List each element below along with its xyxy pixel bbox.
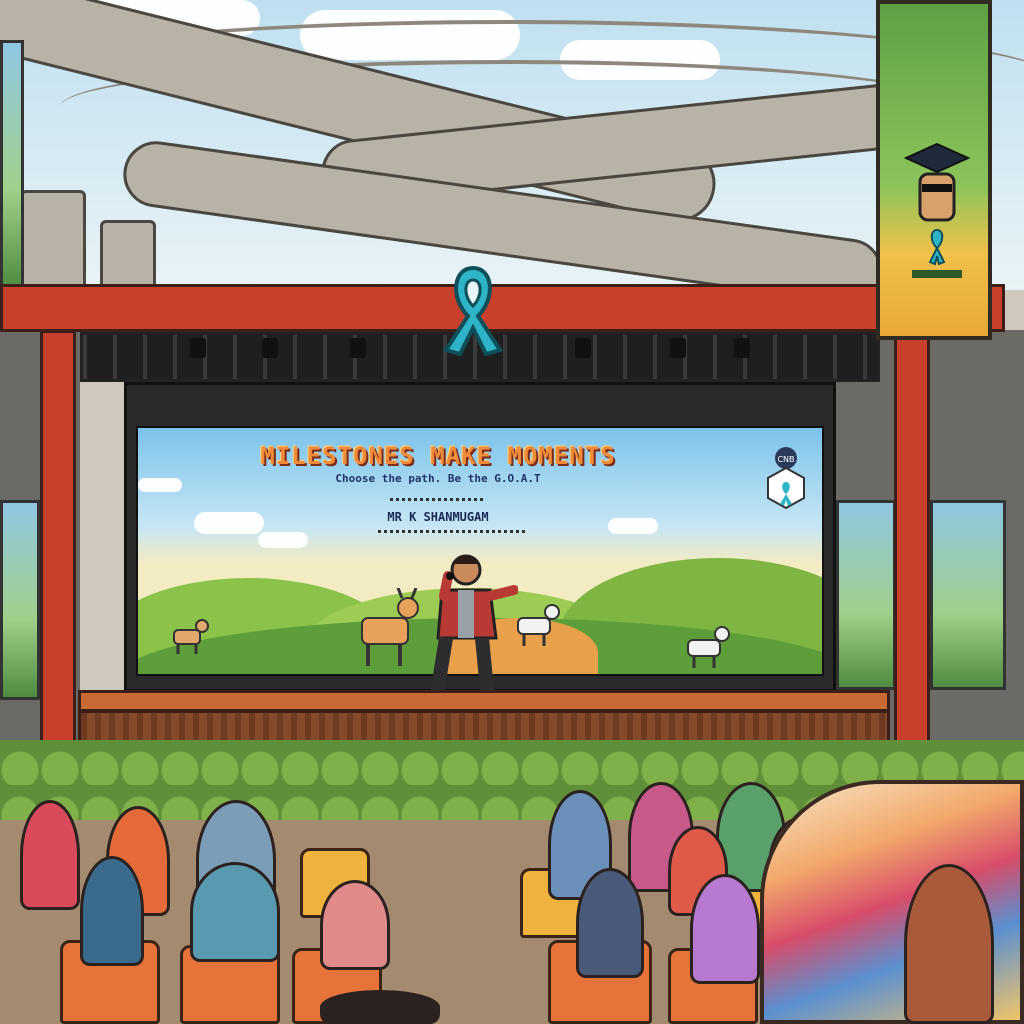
goat-icon (361, 588, 419, 666)
audience-member (320, 990, 440, 1024)
right-red-pillar (894, 330, 930, 750)
illegible-text (390, 498, 486, 501)
spotlight-icon (670, 338, 686, 358)
stage-platform (78, 690, 890, 712)
roof-column (20, 190, 86, 290)
right-window (930, 500, 1006, 690)
audience-member (690, 874, 760, 984)
roof-column (100, 220, 156, 290)
sky-roof-area (0, 0, 1024, 290)
left-upper-panel (0, 40, 24, 290)
hexagon-badge-icon: CNB (767, 447, 805, 510)
audience-member (576, 868, 644, 978)
spotlight-icon (734, 338, 750, 358)
goat-icon (173, 619, 209, 654)
speaker-name: MR K SHANMUGAM (387, 510, 489, 524)
audience-member (20, 800, 80, 910)
spotlight-icon (575, 338, 591, 358)
badge-text: CNB (777, 455, 794, 464)
standing-child (904, 864, 994, 1024)
goat-icon (687, 626, 730, 668)
spotlight-icon (262, 338, 278, 358)
audience-member (80, 856, 144, 966)
hanging-banner (876, 0, 992, 340)
illegible-text (378, 530, 528, 533)
microphone-icon (446, 572, 454, 580)
audience-member (190, 862, 280, 962)
audience-member (320, 880, 390, 970)
speaker-figure (429, 554, 518, 702)
spotlight-icon (190, 338, 206, 358)
left-window (0, 500, 40, 700)
graduation-cap-icon (903, 142, 971, 278)
spotlight-icon (350, 338, 366, 358)
awareness-ribbon-icon (442, 265, 504, 357)
screen-title: MILESTONES MAKE MOMENTS (260, 442, 616, 470)
goat-icon (517, 604, 560, 646)
screen-cloud (258, 532, 308, 548)
right-window (836, 500, 896, 690)
screen-subtitle: Choose the path. Be the G.O.A.T (335, 472, 541, 485)
left-red-pillar (40, 330, 76, 750)
